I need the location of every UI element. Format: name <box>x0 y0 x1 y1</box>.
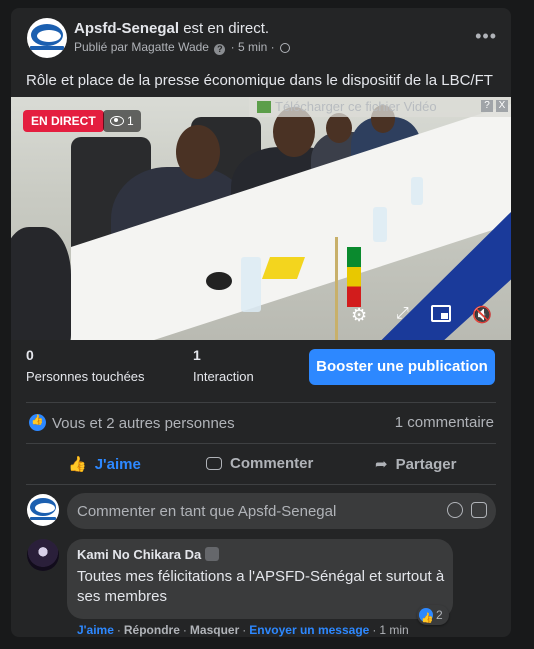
comment-reaction-count[interactable]: 2 <box>417 605 449 629</box>
globe-icon[interactable] <box>280 43 290 53</box>
like-button[interactable]: 👍 J'aime <box>68 455 141 473</box>
download-banner-label: Télécharger ce fichier Vidéo <box>275 99 437 114</box>
live-badge: EN DIRECT <box>23 110 104 132</box>
reach-label: Personnes touchées <box>26 369 145 384</box>
engagement-value: 1 <box>193 347 201 363</box>
share-button[interactable]: ➦ Partager <box>375 455 456 473</box>
post-time[interactable]: 5 min <box>238 40 267 54</box>
sticker-icon[interactable] <box>471 502 487 518</box>
settings-icon[interactable]: ⚙ <box>351 305 367 326</box>
published-by[interactable]: Publié par Magatte Wade <box>74 40 209 54</box>
like-reaction-icon <box>419 608 433 629</box>
engagement-stat: 1 Interaction <box>193 347 254 384</box>
post-text: Rôle et place de la presse économique da… <box>26 72 493 89</box>
pip-icon[interactable] <box>431 305 451 327</box>
emoji-icon[interactable] <box>447 502 463 518</box>
viewer-count: 1 <box>103 110 141 132</box>
reach-stat: 0 Personnes touchées <box>26 347 145 384</box>
comment-hide-link[interactable]: Masquer <box>190 623 239 637</box>
comment-author[interactable]: Kami No Chikara Da <box>77 547 220 562</box>
comment-count[interactable]: 1 commentaire <box>395 414 494 431</box>
comment-reply-link[interactable]: Répondre <box>124 623 180 637</box>
download-close-button[interactable]: X <box>496 100 508 112</box>
download-help-button[interactable]: ? <box>481 100 493 112</box>
comment-time[interactable]: 1 min <box>379 623 408 637</box>
reach-value: 0 <box>26 347 34 363</box>
divider <box>26 402 496 403</box>
send-message-link[interactable]: Envoyer un message <box>249 623 369 637</box>
composer-placeholder: Commenter en tant que Apsfd-Senegal <box>77 503 337 520</box>
share-arrow-icon: ➦ <box>375 456 388 473</box>
live-video-player[interactable]: EN DIRECT 1 Télécharger ce fichier Vidéo… <box>11 97 511 340</box>
more-options-button[interactable]: ••• <box>475 26 497 47</box>
senegal-flag <box>347 247 361 307</box>
comment-bubble: Kami No Chikara Da Toutes mes félicitati… <box>67 539 453 619</box>
page-name-link[interactable]: Apsfd-Senegal <box>74 20 179 37</box>
eye-icon <box>110 116 124 126</box>
engagement-label: Interaction <box>193 369 254 384</box>
thumbs-up-icon: 👍 <box>68 456 87 473</box>
page-avatar[interactable] <box>27 18 67 58</box>
comment-composer[interactable]: Commenter en tant que Apsfd-Senegal <box>67 493 496 529</box>
divider <box>26 484 496 485</box>
comment-like-link[interactable]: J'aime <box>77 623 114 637</box>
divider <box>26 443 496 444</box>
comment-button[interactable]: Commenter <box>206 455 313 472</box>
reaction-summary[interactable]: Vous et 2 autres personnes <box>29 414 235 432</box>
live-status-text: est en direct. <box>183 20 270 37</box>
mute-icon[interactable]: 🔇 <box>472 305 492 325</box>
badge-icon <box>205 547 220 561</box>
comment-bubble-icon <box>206 457 222 470</box>
comment-actions: J'aime · Répondre · Masquer · Envoyer un messa… <box>77 623 409 637</box>
post-card: Apsfd-Senegal est en direct. Publié par … <box>11 8 511 637</box>
boost-post-button[interactable]: Booster une publication <box>309 349 495 385</box>
post-meta: Publié par Magatte Wade ? · 5 min · <box>74 40 290 55</box>
play-icon <box>257 101 271 113</box>
commenter-avatar[interactable] <box>27 539 59 571</box>
help-icon[interactable]: ? <box>214 44 226 55</box>
download-banner[interactable]: Télécharger ce fichier Vidéo ? X <box>249 97 511 117</box>
like-reaction-icon <box>29 414 46 431</box>
fullscreen-icon[interactable]: ⤢ <box>396 305 409 323</box>
post-header-title: Apsfd-Senegal est en direct. <box>74 20 269 37</box>
comment-text: Toutes mes félicitations a l'APSFD-Sénég… <box>77 568 445 605</box>
composer-avatar[interactable] <box>27 494 59 526</box>
